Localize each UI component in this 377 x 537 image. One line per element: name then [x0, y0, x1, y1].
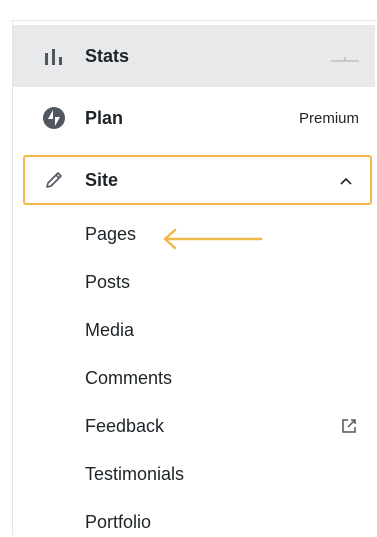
- pencil-icon: [41, 167, 67, 193]
- menu-item-site-label: Site: [85, 169, 119, 190]
- menu-item-plan[interactable]: Plan Premium: [13, 87, 375, 149]
- submenu-item-testimonials[interactable]: Testimonials: [85, 459, 375, 489]
- submenu-item-label: Posts: [85, 271, 131, 292]
- sidebar-menu: Stats Plan Premium Site Pages Posts Medi…: [12, 20, 377, 535]
- submenu-item-label: Portfolio: [85, 511, 152, 532]
- submenu-item-label: Feedback: [85, 415, 165, 436]
- submenu-item-comments[interactable]: Comments: [85, 363, 375, 393]
- menu-item-site[interactable]: Site: [23, 155, 372, 205]
- external-link-icon: [342, 419, 356, 433]
- submenu-item-label: Media: [85, 319, 135, 340]
- menu-item-stats[interactable]: Stats: [13, 25, 375, 87]
- submenu-item-posts[interactable]: Posts: [85, 267, 375, 297]
- menu-item-stats-label: Stats: [85, 45, 130, 66]
- jetpack-bolt-icon: [41, 105, 67, 131]
- submenu-item-feedback[interactable]: Feedback: [85, 411, 375, 441]
- submenu-item-media[interactable]: Media: [85, 315, 375, 345]
- bar-chart-icon: [41, 43, 67, 69]
- menu-item-plan-label: Plan: [85, 107, 124, 128]
- chevron-up-icon[interactable]: [338, 173, 354, 189]
- submenu-item-label: Comments: [85, 367, 173, 388]
- submenu-item-label: Testimonials: [85, 463, 185, 484]
- submenu-item-portfolio[interactable]: Portfolio: [85, 507, 375, 537]
- stats-sparkline: [331, 57, 359, 62]
- submenu-item-label: Pages: [85, 223, 137, 244]
- annotation-arrow-icon: [163, 228, 263, 250]
- plan-badge: Premium: [298, 109, 359, 127]
